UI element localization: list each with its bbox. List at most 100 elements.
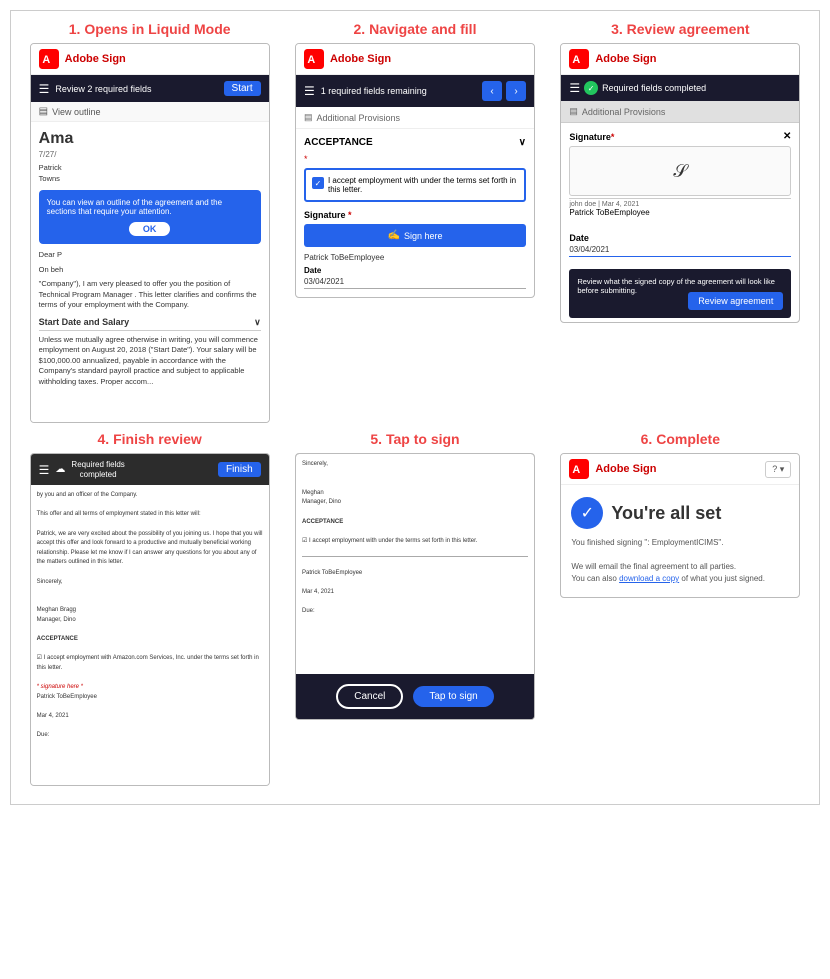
tap-to-sign-button[interactable]: Tap to sign (413, 686, 493, 707)
tooltip-text-1: You can view an outline of the agreement… (47, 198, 222, 216)
question-button[interactable]: ? ▾ (765, 461, 791, 478)
hamburger-icon-4[interactable]: ☰ (39, 463, 50, 477)
checkbox-row-2[interactable]: ✓ I accept employment with under the ter… (304, 168, 526, 202)
date-label-2: Date (304, 266, 526, 275)
step-4-cell: 4. Finish review ☰ ☁ Required fields com… (21, 431, 278, 786)
review-agreement-button[interactable]: Review agreement (688, 292, 783, 310)
svg-text:A: A (573, 464, 581, 476)
nav-arrows: ‹ › (482, 81, 526, 101)
top-row: 1. Opens in Liquid Mode A Adobe Sign ☰ R… (21, 21, 809, 423)
doc-section-text-3: Additional Provisions (582, 107, 666, 117)
adobe-logo-2: A (304, 49, 324, 69)
step-6-title: 6. Complete (641, 431, 720, 447)
doc-date-1: 7/27/ (39, 150, 261, 159)
fields-completed-text: Required fields completed (602, 83, 706, 93)
cloud-icon-4: ☁ (55, 464, 65, 475)
tooltip-ok-button[interactable]: OK (129, 222, 171, 236)
doc-author-1: Patrick Towns (39, 163, 261, 184)
pen-icon-2: ✍ (387, 230, 399, 241)
signer-name-2: Patrick ToBeEmployee (304, 253, 526, 262)
cancel-button-ts[interactable]: Cancel (336, 684, 403, 709)
step-4-number: 4. (98, 431, 110, 447)
adobe-sign-label-6: Adobe Sign (595, 463, 656, 475)
finish-button[interactable]: Finish (218, 462, 261, 477)
step-2-label: Navigate and fill (369, 21, 476, 37)
nav-bar-2: ☰ 1 required fields remaining ‹ › (296, 75, 534, 107)
sig-label-row-3: Signature * ✕ (569, 131, 791, 142)
adobe-logo-1: A (39, 49, 59, 69)
step-6-label: Complete (656, 431, 720, 447)
step-3-title: 3. Review agreement (611, 21, 750, 37)
step-5-title: 5. Tap to sign (370, 431, 459, 447)
step-2-cell: 2. Navigate and fill A Adobe Sign ☰ 1 re… (286, 21, 543, 423)
review-tooltip-3: Review what the signed copy of the agree… (569, 269, 791, 318)
download-link[interactable]: download a copy (619, 574, 679, 583)
step-3-number: 3. (611, 21, 623, 37)
step-1-label: Opens in Liquid Mode (84, 21, 230, 37)
date-value-2: 03/04/2021 (304, 277, 526, 289)
doc-para2-1: On beh (39, 265, 261, 276)
outline-icon: ▤ (39, 106, 48, 117)
start-button[interactable]: Start (224, 81, 261, 96)
doc-section-label-2: ▤ Additional Provisions (296, 107, 534, 129)
section-header-1: Start Date and Salary ∨ (39, 317, 261, 331)
doc-para3-1: "Company"), I am very pleased to offer y… (39, 279, 261, 311)
chevron-down-icon-2: ∨ (519, 137, 526, 148)
sign-here-button[interactable]: ✍ Sign here (304, 224, 526, 247)
signature-label-2: Signature * (304, 210, 526, 220)
tooltip-box-1: You can view an outline of the agreement… (39, 190, 261, 244)
big-check-circle: ✓ (571, 497, 603, 529)
step-3-phone: A Adobe Sign ☰ ✓ Required fields complet… (560, 43, 800, 323)
date-val-s3: 03/04/2021 (569, 245, 791, 257)
nav-bar-1: ☰ Review 2 required fields Start (31, 75, 269, 102)
step6-adobe-row: A Adobe Sign (569, 459, 656, 479)
step-6-number: 6. (641, 431, 653, 447)
next-arrow-button[interactable]: › (506, 81, 526, 101)
adobe-logo-6: A (569, 459, 589, 479)
checkbox-checked-2[interactable]: ✓ (312, 177, 324, 189)
svg-text:A: A (573, 54, 581, 66)
step-5-number: 5. (370, 431, 382, 447)
section-para-1: Unless we mutually agree otherwise in wr… (39, 335, 261, 388)
step6-header: A Adobe Sign ? ▾ (561, 454, 799, 485)
section-icon-2: ▤ (304, 112, 313, 123)
adobe-bar-1: A Adobe Sign (31, 44, 269, 75)
step5-doc-lines: Sincerely, Meghan Manager, Dino ACCEPTAN… (302, 460, 528, 617)
doc-para1-1: Dear P (39, 250, 261, 261)
prev-arrow-button[interactable]: ‹ (482, 81, 502, 101)
date-label-s3: Date (569, 233, 791, 243)
step-3-label: Review agreement (627, 21, 750, 37)
step-4-phone: ☰ ☁ Required fields completed Finish by … (30, 453, 270, 786)
hamburger-icon-1[interactable]: ☰ (39, 82, 50, 96)
fields-completed-bar: ☰ ✓ Required fields completed (561, 75, 799, 101)
nav-text-2: 1 required fields remaining (321, 86, 427, 96)
chevron-down-icon-1: ∨ (254, 317, 261, 328)
step-4-title: 4. Finish review (98, 431, 202, 447)
step-2-title: 2. Navigate and fill (354, 21, 477, 37)
view-outline-row: ▤ View outline (31, 102, 269, 122)
doc-section-gray-3: ▤ Additional Provisions (561, 101, 799, 123)
section-icon-3: ▤ (569, 106, 578, 117)
adobe-bar-3: A Adobe Sign (561, 44, 799, 75)
sig-cursive-3: 𝒮 (673, 161, 687, 182)
signer-name-s3: Patrick ToBeEmployee (569, 208, 791, 217)
acceptance-section: ACCEPTANCE ∨ * ✓ I accept employment wit… (296, 129, 534, 297)
sig-meta-3: john doe | Mar 4, 2021 (569, 198, 791, 208)
all-set-desc: You finished signing ": EmploymentICIMS"… (571, 537, 789, 585)
doc-content-1: Ama 7/27/ Patrick Towns You can view an … (31, 122, 269, 422)
close-icon-3[interactable]: ✕ (783, 131, 791, 142)
main-container: 1. Opens in Liquid Mode A Adobe Sign ☰ R… (10, 10, 820, 805)
required-asterisk-2: * (304, 154, 526, 164)
hamburger-icon-3[interactable]: ☰ (569, 81, 580, 95)
step-1-number: 1. (69, 21, 81, 37)
adobe-sign-label-1: Adobe Sign (65, 53, 126, 65)
step-2-number: 2. (354, 21, 366, 37)
tap-sign-bar: Cancel Tap to sign (296, 674, 534, 719)
step-6-phone: A Adobe Sign ? ▾ ✓ You're all set You fi… (560, 453, 800, 598)
sig-image-area-3: 𝒮 (569, 146, 791, 196)
step-2-phone: A Adobe Sign ☰ 1 required fields remaini… (295, 43, 535, 298)
step-1-cell: 1. Opens in Liquid Mode A Adobe Sign ☰ R… (21, 21, 278, 423)
check-circle-3: ✓ (584, 81, 598, 95)
hamburger-icon-2[interactable]: ☰ (304, 84, 315, 98)
step-4-label: Finish review (113, 431, 202, 447)
